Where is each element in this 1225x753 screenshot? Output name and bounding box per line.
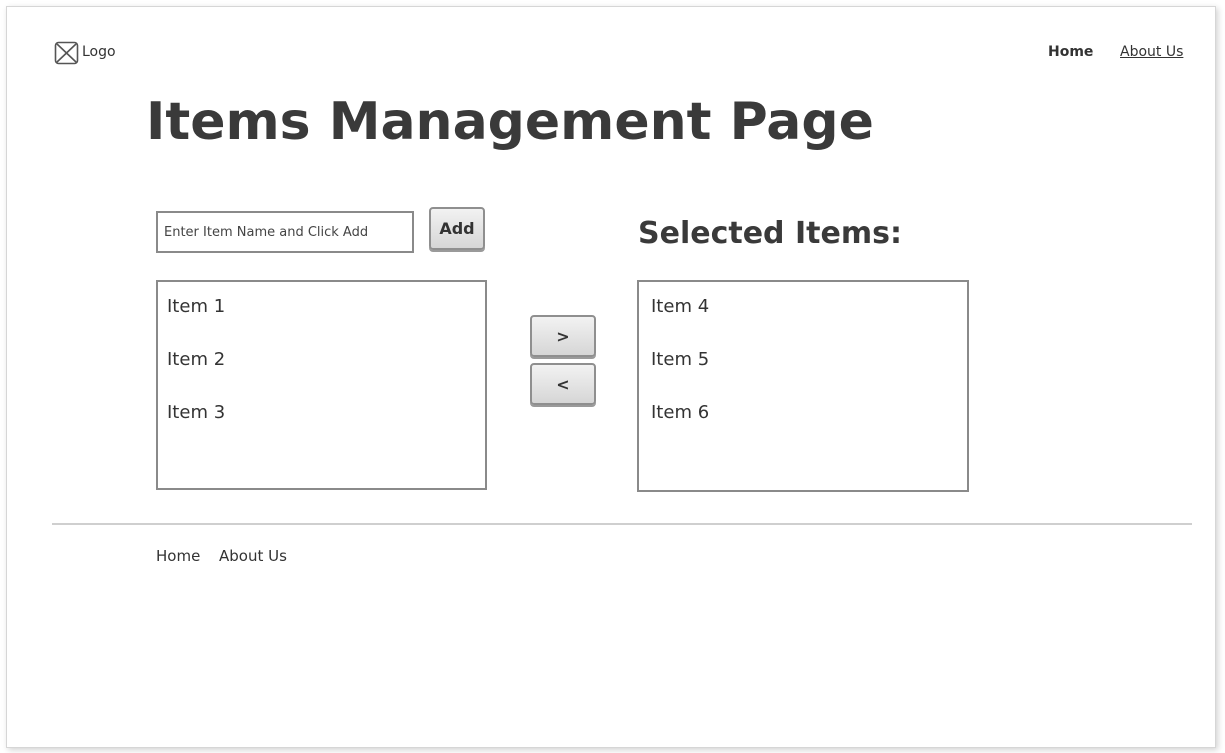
image-placeholder-icon xyxy=(54,41,79,65)
move-left-button[interactable]: < xyxy=(530,363,596,405)
available-items-list[interactable]: Item 1 Item 2 Item 3 xyxy=(156,280,487,490)
list-item[interactable]: Item 6 xyxy=(639,400,967,453)
page-title: Items Management Page xyxy=(146,92,874,152)
logo-label: Logo xyxy=(82,44,116,60)
add-button[interactable]: Add xyxy=(429,207,485,250)
list-item[interactable]: Item 1 xyxy=(158,294,485,347)
footer-home-link[interactable]: Home xyxy=(156,547,200,565)
nav-home-link[interactable]: Home xyxy=(1048,44,1093,60)
selected-items-heading: Selected Items: xyxy=(638,216,902,251)
item-name-input[interactable] xyxy=(156,211,414,253)
list-item[interactable]: Item 5 xyxy=(639,347,967,400)
list-item[interactable]: Item 4 xyxy=(639,294,967,347)
list-item[interactable]: Item 2 xyxy=(158,347,485,400)
move-right-button[interactable]: > xyxy=(530,315,596,357)
selected-items-list[interactable]: Item 4 Item 5 Item 6 xyxy=(637,280,969,492)
nav-about-link[interactable]: About Us xyxy=(1120,44,1183,60)
footer-about-link[interactable]: About Us xyxy=(219,547,287,565)
footer-divider xyxy=(52,523,1192,525)
list-item[interactable]: Item 3 xyxy=(158,400,485,453)
